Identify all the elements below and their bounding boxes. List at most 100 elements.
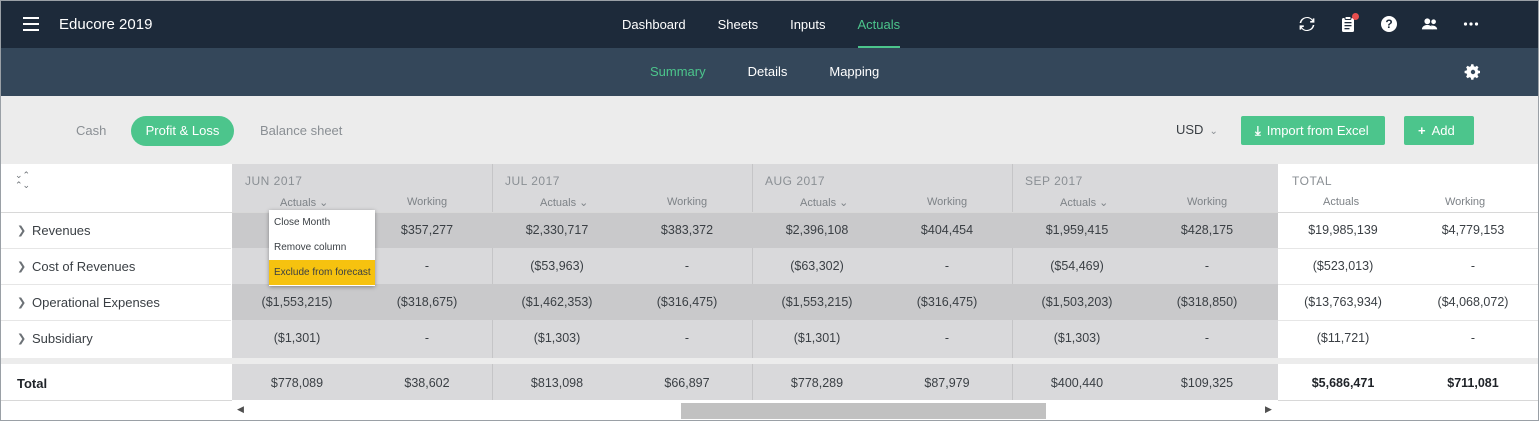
table-cell: $357,277 <box>400 223 454 237</box>
sub-nav: Summary Details Mapping <box>634 48 905 96</box>
table-cell: ($318,675) <box>396 295 458 309</box>
table-cell: ($11,721) <box>1316 331 1370 345</box>
currency-value: USD <box>1176 122 1204 137</box>
import-from-excel-button[interactable]: ⤓ Import from Excel <box>1241 116 1385 145</box>
col-actuals-total: Actuals <box>1323 196 1360 208</box>
nav-actuals[interactable]: Actuals <box>842 1 917 48</box>
month-header-jul: JUL 2017 <box>505 174 560 188</box>
scrollbar-thumb[interactable] <box>681 403 1046 419</box>
table-cell: ($13,763,934) <box>1304 295 1382 309</box>
chevron-right-icon[interactable]: ❯ <box>17 296 26 309</box>
total-cell: $813,098 <box>530 376 584 390</box>
top-nav: Dashboard Sheets Inputs Actuals <box>606 1 916 48</box>
divider <box>1 248 231 249</box>
total-cell: $400,440 <box>1050 376 1104 390</box>
tab-details[interactable]: Details <box>732 48 804 96</box>
expand-collapse-icon[interactable]: ⌄⌃ ⌃⌄ <box>15 170 30 190</box>
total-cell: $66,897 <box>664 376 710 390</box>
chevron-right-icon[interactable]: ❯ <box>17 332 26 345</box>
divider <box>1278 320 1538 321</box>
row-label-operational-expenses[interactable]: Operational Expenses <box>32 295 160 310</box>
row-label-cost-of-revenues[interactable]: Cost of Revenues <box>32 259 135 274</box>
add-button-label: Add <box>1431 123 1455 138</box>
divider <box>1278 284 1538 285</box>
nav-sheets[interactable]: Sheets <box>702 1 774 48</box>
table-cell: $428,175 <box>1180 223 1234 237</box>
divider <box>1278 248 1538 249</box>
download-icon: ⤓ <box>1255 123 1261 138</box>
chevron-right-icon[interactable]: ❯ <box>17 260 26 273</box>
month-header-jun: JUN 2017 <box>245 174 303 188</box>
tab-summary[interactable]: Summary <box>634 48 722 96</box>
total-cell: $711,081 <box>1447 376 1499 390</box>
col-actuals-aug[interactable]: Actuals ⌄ <box>800 196 848 209</box>
table-cell: - <box>424 331 430 345</box>
col-working-aug: Working <box>927 196 968 208</box>
sub-bar: Summary Details Mapping <box>1 48 1538 96</box>
tab-cash[interactable]: Cash <box>76 116 106 146</box>
gear-icon[interactable] <box>1464 63 1482 81</box>
table-cell: ($1,462,353) <box>521 295 593 309</box>
table-cell: ($53,963) <box>530 259 584 273</box>
table-cell: ($523,013) <box>1312 259 1374 273</box>
col-actuals-sep[interactable]: Actuals ⌄ <box>1060 196 1108 209</box>
table-cell: $4,779,153 <box>1441 223 1505 237</box>
import-button-label: Import from Excel <box>1266 123 1369 138</box>
plus-icon: + <box>1418 123 1426 138</box>
table-cell: - <box>1204 331 1210 345</box>
col-actuals-jul[interactable]: Actuals ⌄ <box>540 196 588 209</box>
tab-mapping[interactable]: Mapping <box>813 48 895 96</box>
tab-profit-loss[interactable]: Profit & Loss <box>131 116 234 146</box>
table-cell: ($316,475) <box>916 295 978 309</box>
menu-item-exclude-from-forecast[interactable]: Exclude from forecast <box>269 260 375 285</box>
total-cell: $87,979 <box>924 376 970 390</box>
month-header-sep: SEP 2017 <box>1025 174 1083 188</box>
total-cell: $109,325 <box>1180 376 1234 390</box>
table-cell: $383,372 <box>660 223 714 237</box>
table-cell: ($54,469) <box>1050 259 1104 273</box>
divider <box>1 284 231 285</box>
more-icon[interactable] <box>1460 13 1482 35</box>
add-button[interactable]: + Add <box>1404 116 1474 145</box>
currency-select[interactable]: USD ⌄ <box>1176 122 1218 137</box>
table-cell: ($316,475) <box>656 295 718 309</box>
table-cell: - <box>684 259 690 273</box>
nav-inputs[interactable]: Inputs <box>774 1 841 48</box>
nav-dashboard[interactable]: Dashboard <box>606 1 702 48</box>
scroll-left-arrow-icon[interactable]: ◀ <box>237 404 244 415</box>
total-cell: $778,289 <box>790 376 844 390</box>
table-cell: ($1,303) <box>533 331 581 345</box>
people-icon[interactable] <box>1419 13 1441 35</box>
refresh-icon[interactable] <box>1296 13 1318 35</box>
row-label-revenues[interactable]: Revenues <box>32 223 91 238</box>
total-cell: $38,602 <box>404 376 450 390</box>
top-bar: Educore 2019 Dashboard Sheets Inputs Act… <box>1 1 1538 48</box>
table-cell: - <box>1204 259 1210 273</box>
menu-item-remove-column[interactable]: Remove column <box>269 235 375 260</box>
chevron-right-icon[interactable]: ❯ <box>17 224 26 237</box>
table-cell: - <box>1470 331 1476 345</box>
help-icon[interactable]: ? <box>1378 13 1400 35</box>
column-context-menu: Close Month Remove column Exclude from f… <box>269 210 375 286</box>
col-working-sep: Working <box>1187 196 1228 208</box>
table-cell: $2,330,717 <box>525 223 589 237</box>
scroll-right-arrow-icon[interactable]: ▶ <box>1265 404 1272 415</box>
col-working-total: Working <box>1445 196 1486 208</box>
tab-balance-sheet[interactable]: Balance sheet <box>260 116 342 146</box>
row-label-total: Total <box>17 376 48 391</box>
clipboard-icon[interactable] <box>1337 13 1359 35</box>
col-working-jun: Working <box>407 196 448 208</box>
row-label-subsidiary[interactable]: Subsidiary <box>32 331 93 346</box>
month-header-aug: AUG 2017 <box>765 174 826 188</box>
table-cell: $2,396,108 <box>785 223 849 237</box>
total-cell: $778,089 <box>270 376 324 390</box>
table-cell: ($4,068,072) <box>1437 295 1509 309</box>
table-cell: ($1,303) <box>1053 331 1101 345</box>
col-actuals-jun[interactable]: Actuals ⌄ <box>280 196 328 209</box>
table-cell: ($1,301) <box>793 331 841 345</box>
menu-item-close-month[interactable]: Close Month <box>269 210 375 235</box>
col-working-jul: Working <box>667 196 708 208</box>
divider <box>1 212 1538 213</box>
table-cell: ($63,302) <box>790 259 844 273</box>
hamburger-menu-icon[interactable] <box>23 17 39 31</box>
